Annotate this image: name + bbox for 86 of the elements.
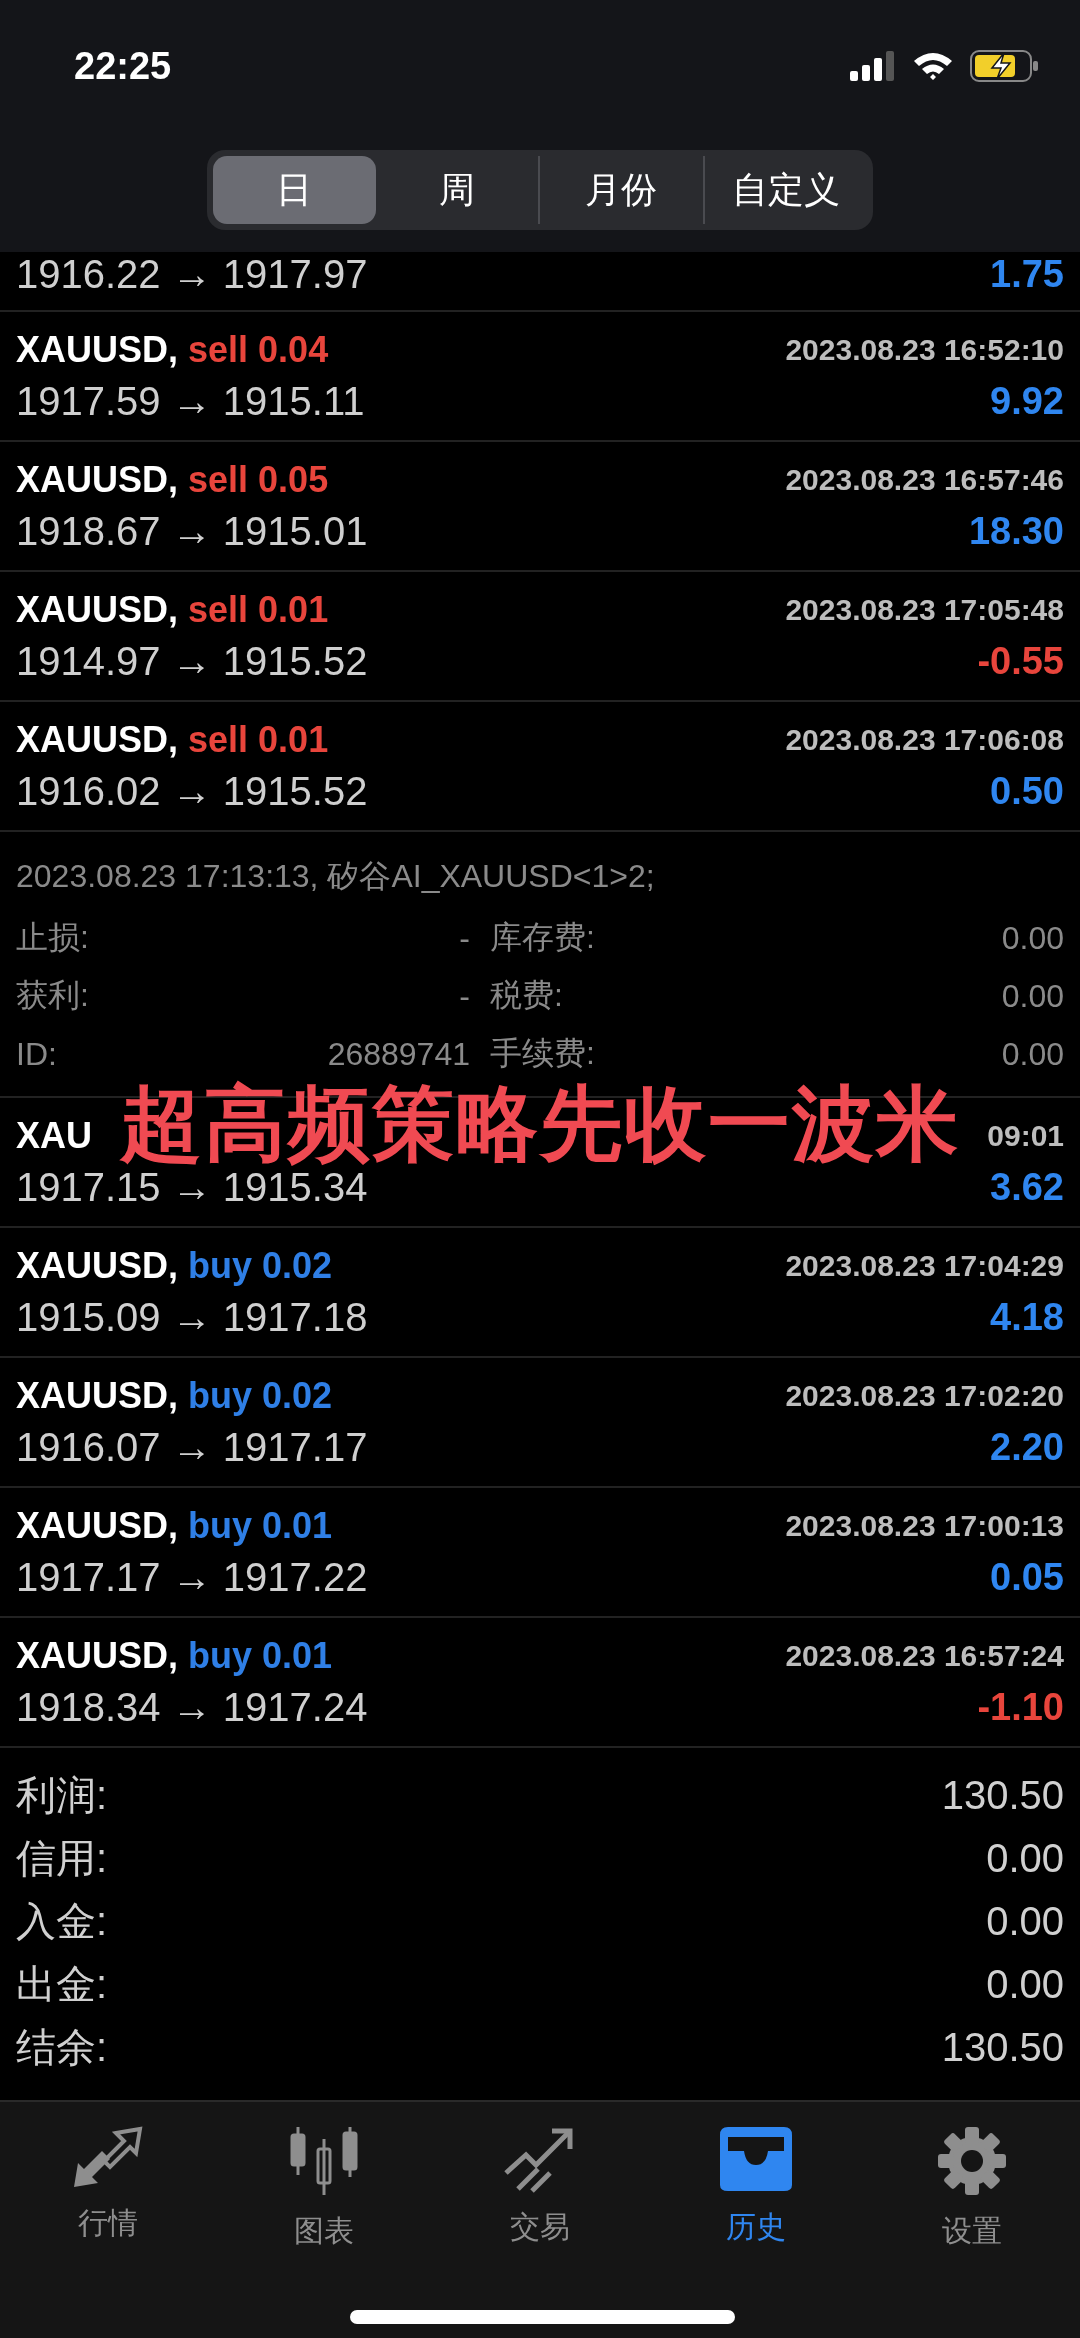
profit-value: -1.10 [977,1685,1064,1729]
summary-label: 信用: [16,1835,108,1882]
status-time: 22:25 [74,44,172,88]
trade-time: 2023.08.23 16:57:24 [785,1638,1064,1673]
detail-label: 手续费: [489,1034,596,1073]
profit-value: 0.50 [990,769,1064,813]
profit-value: 2.20 [990,1425,1064,1469]
overlay-caption: 超高频策略先收一波米 [120,1077,960,1171]
arrows-icon [72,2125,144,2189]
settings-icon [936,2125,1008,2197]
detail-value: 0.00 [1000,977,1064,1015]
order-label: buy 0.01 [188,1634,333,1677]
detail-value: 0.00 [1000,919,1064,957]
trade-time: 2023.08.23 17:06:08 [785,722,1064,757]
trade-time: 2023.08.23 17:05:48 [785,592,1064,627]
symbol-label: XAU [16,1114,92,1157]
order-label: sell 0.01 [188,718,329,761]
period-tab[interactable]: 月份 [538,156,703,224]
detail-value: - [458,919,470,957]
symbol-label: XAUUSD, [16,458,179,501]
trade-time: 2023.08.23 16:57:46 [785,462,1064,497]
detail-label: ID: [16,1035,58,1073]
nav-tab[interactable]: 设置 [864,2124,1080,2253]
period-tab[interactable]: 周 [375,156,538,224]
price-range: 1917.17 → 1917.22 [16,1554,368,1600]
summary-value: 0.00 [986,1899,1064,1944]
profit-value: 18.30 [968,509,1064,553]
price-range: 1916.22 → 1917.97 [16,252,368,297]
price-range: 1915.09 → 1917.18 [16,1294,368,1340]
profit-value: 9.92 [990,379,1064,423]
symbol-label: XAUUSD, [16,1374,179,1417]
trade-time: 09:01 [987,1118,1064,1153]
nav-tab[interactable]: 交易 [432,2124,648,2253]
price-range: 1916.02 → 1915.52 [16,768,368,814]
symbol-label: XAUUSD, [16,328,179,371]
summary-label: 出金: [16,1961,108,2008]
price-range: 1916.07 → 1917.17 [16,1424,368,1470]
signal-icon [850,51,896,81]
price-range: 1914.97 → 1915.52 [16,638,368,684]
profit-value: -0.55 [977,639,1064,683]
order-comment: 2023.08.23 17:13:13, 矽谷AI_XAUUSD<1>2; [16,857,656,896]
detail-label: 税费: [489,976,564,1015]
trade-time: 2023.08.23 17:04:29 [785,1248,1064,1283]
profit-value: 1.75 [990,253,1064,296]
nav-tab[interactable]: 图表 [216,2124,432,2253]
order-label: buy 0.02 [188,1244,333,1287]
trade-time: 2023.08.23 16:52:10 [785,332,1064,367]
price-range: 1918.67 → 1915.01 [16,508,368,554]
detail-value: 0.00 [1000,1035,1064,1073]
summary-value: 0.00 [986,1836,1064,1881]
period-tab[interactable]: 日 [213,156,376,224]
profit-value: 0.05 [990,1555,1064,1599]
nav-tab[interactable]: 历史 [648,2124,864,2253]
detail-value: - [458,977,470,1015]
candlestick-icon [288,2125,360,2197]
detail-label: 获利: [16,976,90,1015]
wifi-icon [912,51,954,81]
order-label: buy 0.02 [188,1374,333,1417]
summary-value: 130.50 [941,1773,1064,1818]
symbol-label: XAUUSD, [16,1244,179,1287]
summary-label: 入金: [16,1898,108,1945]
trade-time: 2023.08.23 17:00:13 [785,1508,1064,1543]
battery-icon [970,50,1040,82]
order-label: buy 0.01 [188,1504,333,1547]
detail-value: 26889741 [326,1035,470,1073]
profit-value: 4.18 [990,1295,1064,1339]
trade-time: 2023.08.23 17:02:20 [785,1378,1064,1413]
symbol-label: XAUUSD, [16,718,179,761]
summary-value: 130.50 [941,2025,1064,2070]
summary-label: 结余: [16,2024,108,2071]
detail-label: 库存费: [489,918,596,957]
nav-tab[interactable]: 行情 [0,2124,216,2253]
symbol-label: XAUUSD, [16,1634,179,1677]
symbol-label: XAUUSD, [16,1504,179,1547]
detail-label: 止损: [16,918,90,957]
summary-label: 利润: [16,1772,108,1819]
symbol-label: XAUUSD, [16,588,179,631]
order-label: sell 0.05 [188,458,329,501]
period-tab[interactable]: 自定义 [702,156,867,224]
profit-value: 3.62 [990,1165,1064,1209]
summary-value: 0.00 [986,1962,1064,2007]
inbox-icon [718,2125,794,2193]
price-range: 1917.59 → 1915.11 [16,378,365,424]
order-label: sell 0.04 [188,328,329,371]
order-label: sell 0.01 [188,588,329,631]
price-range: 1918.34 → 1917.24 [16,1684,368,1730]
